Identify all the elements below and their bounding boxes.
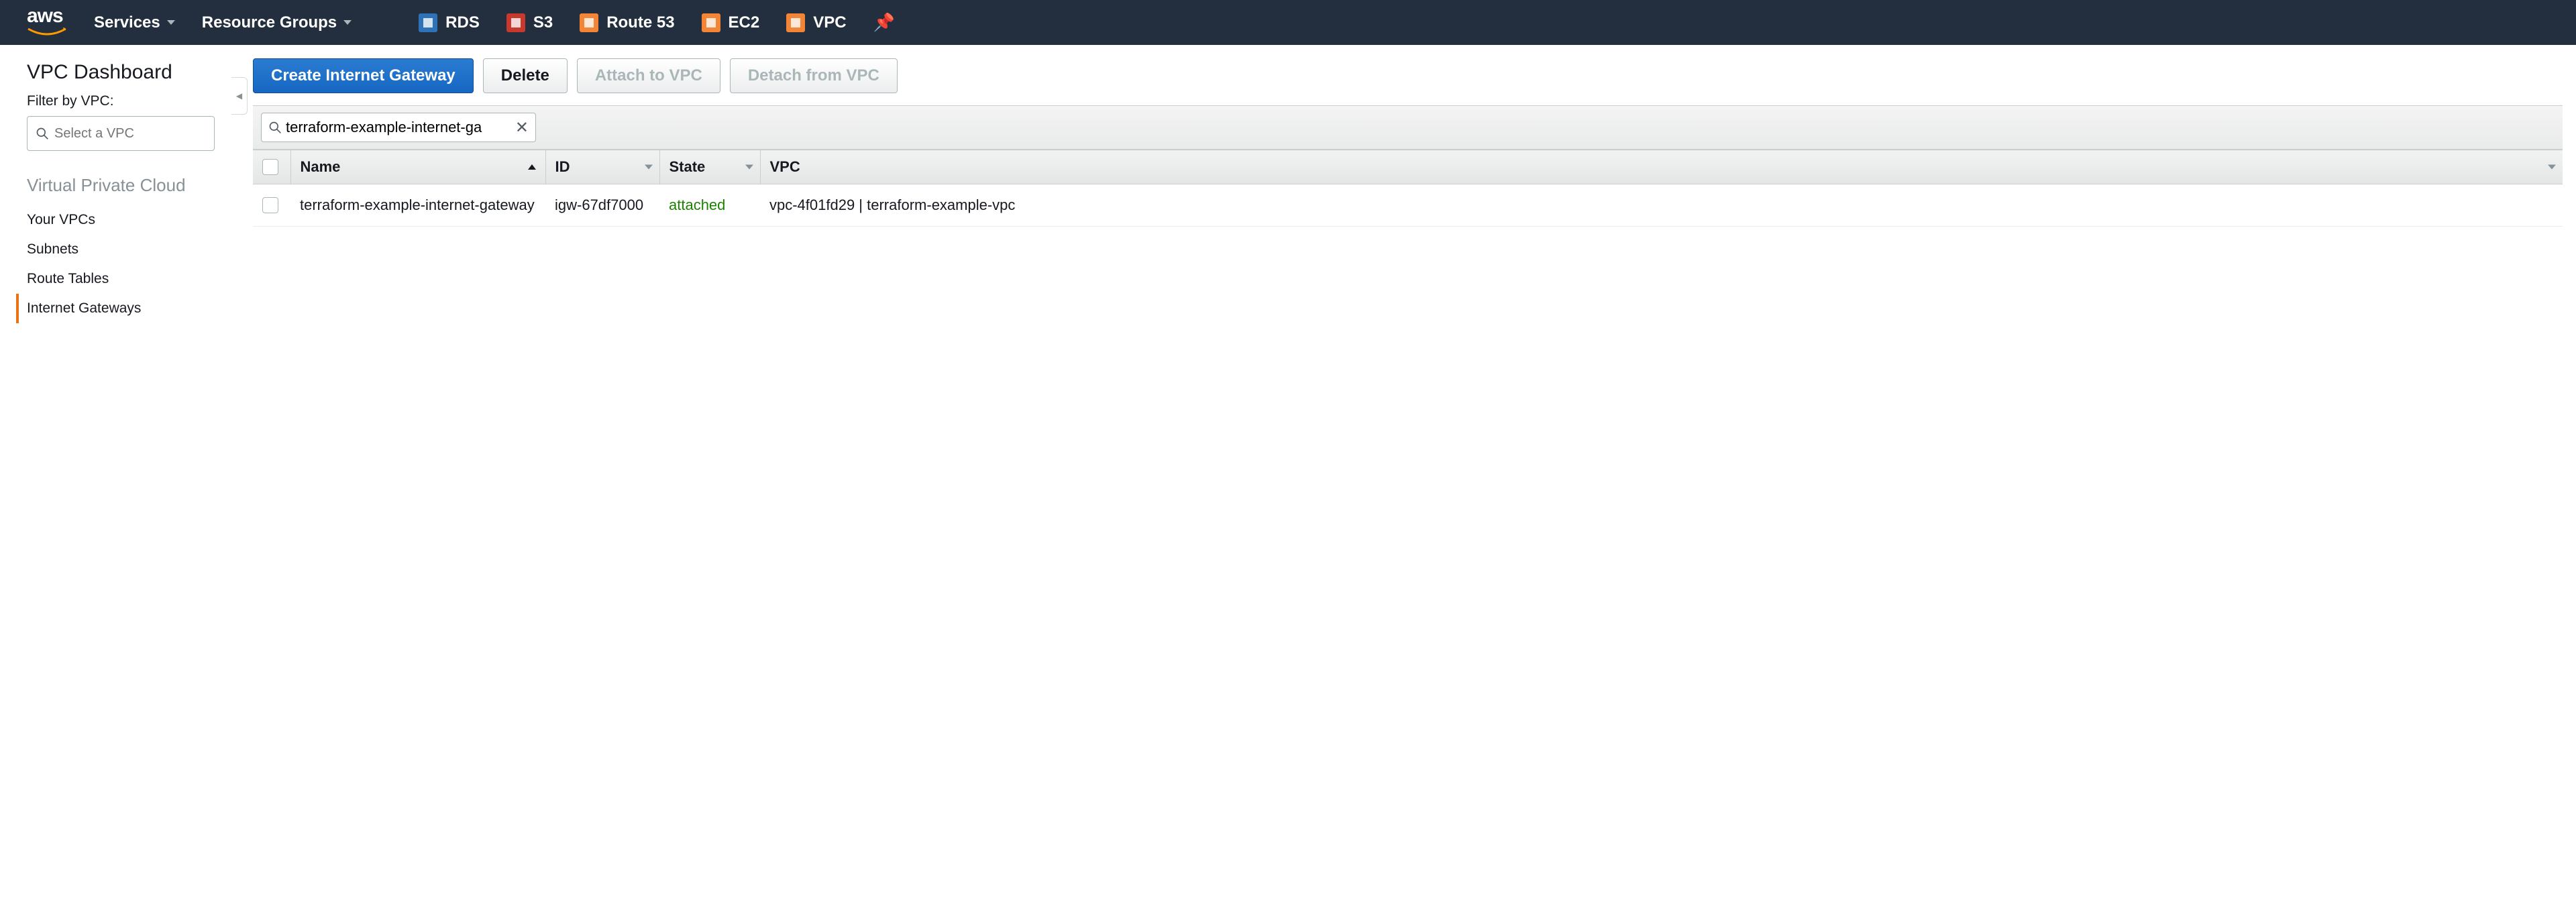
pin-icon[interactable]: 📌 <box>873 12 895 33</box>
search-bar-container: ✕ <box>253 105 2563 150</box>
caret-down-icon <box>167 20 175 25</box>
column-header-state[interactable]: State <box>659 150 760 184</box>
sidebar-item-subnets[interactable]: Subnets <box>27 235 215 264</box>
shortcut-label: VPC <box>813 13 846 32</box>
select-all-checkbox[interactable] <box>262 159 278 175</box>
row-checkbox[interactable] <box>262 197 278 213</box>
cell-state: attached <box>659 184 760 227</box>
topnav: aws Services Resource Groups RDS S3 Rout… <box>0 0 2576 45</box>
filter-vpc-select[interactable] <box>27 116 215 151</box>
cell-id: igw-67df7000 <box>545 184 659 227</box>
caret-down-icon <box>2548 165 2556 170</box>
shortcut-rds[interactable]: RDS <box>419 13 480 32</box>
search-input[interactable] <box>286 119 511 136</box>
search-icon <box>268 121 282 134</box>
sidebar-collapse-toggle[interactable] <box>231 77 248 115</box>
shortcut-ec2[interactable]: EC2 <box>702 13 760 32</box>
aws-logo[interactable]: aws <box>27 5 67 40</box>
create-internet-gateway-button[interactable]: Create Internet Gateway <box>253 58 474 93</box>
sidebar-item-your-vpcs[interactable]: Your VPCs <box>27 205 215 235</box>
delete-button[interactable]: Delete <box>483 58 568 93</box>
table-row[interactable]: terraform-example-internet-gateway igw-6… <box>253 184 2563 227</box>
vpc-icon <box>786 13 805 32</box>
filter-vpc-input[interactable] <box>54 126 206 142</box>
shortcut-s3[interactable]: S3 <box>506 13 553 32</box>
shortcut-vpc[interactable]: VPC <box>786 13 846 32</box>
clear-search-icon[interactable]: ✕ <box>515 118 529 137</box>
caret-down-icon <box>343 20 352 25</box>
nav-services[interactable]: Services <box>94 13 175 32</box>
cell-name: terraform-example-internet-gateway <box>290 184 545 227</box>
rds-icon <box>419 13 437 32</box>
nav-resource-groups[interactable]: Resource Groups <box>202 13 352 32</box>
caret-down-icon <box>645 165 653 170</box>
filter-label: Filter by VPC: <box>27 93 215 109</box>
sidebar-item-route-tables[interactable]: Route Tables <box>27 264 215 294</box>
detach-from-vpc-button[interactable]: Detach from VPC <box>730 58 898 93</box>
shortcut-label: RDS <box>445 13 480 32</box>
column-header-id[interactable]: ID <box>545 150 659 184</box>
internet-gateways-table: Name ID State VPC terraform-exampl <box>253 150 2563 227</box>
sidebar-item-internet-gateways[interactable]: Internet Gateways <box>16 294 215 323</box>
search-icon <box>36 127 49 140</box>
main-content: Create Internet Gateway Delete Attach to… <box>248 45 2576 323</box>
route53-icon <box>580 13 598 32</box>
attach-to-vpc-button[interactable]: Attach to VPC <box>577 58 720 93</box>
page-title: VPC Dashboard <box>27 61 215 84</box>
column-header-vpc[interactable]: VPC <box>760 150 2563 184</box>
s3-icon <box>506 13 525 32</box>
shortcut-label: S3 <box>533 13 553 32</box>
caret-down-icon <box>745 165 753 170</box>
ec2-icon <box>702 13 720 32</box>
sidebar-section-title: Virtual Private Cloud <box>27 175 215 196</box>
nav-resource-groups-label: Resource Groups <box>202 13 337 32</box>
sort-asc-icon <box>528 164 536 170</box>
search-bar[interactable]: ✕ <box>261 113 536 142</box>
column-header-name[interactable]: Name <box>290 150 545 184</box>
toolbar: Create Internet Gateway Delete Attach to… <box>253 58 2563 93</box>
cell-vpc: vpc-4f01fd29 | terraform-example-vpc <box>760 184 2563 227</box>
sidebar: VPC Dashboard Filter by VPC: Virtual Pri… <box>0 45 231 323</box>
shortcut-label: Route 53 <box>606 13 674 32</box>
shortcut-route53[interactable]: Route 53 <box>580 13 674 32</box>
nav-services-label: Services <box>94 13 160 32</box>
shortcut-label: EC2 <box>729 13 760 32</box>
